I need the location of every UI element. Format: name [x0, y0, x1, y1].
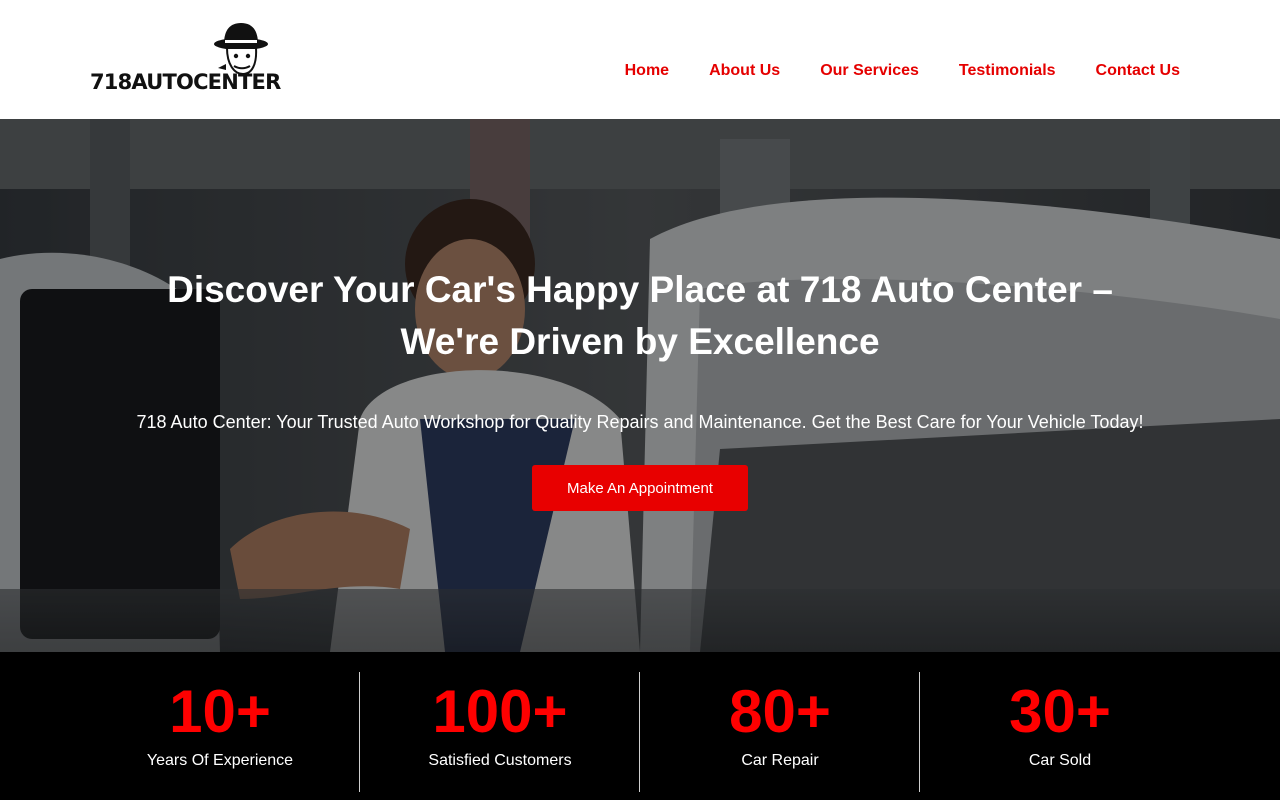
nav-contact-us[interactable]: Contact Us: [1096, 62, 1180, 80]
nav-testimonials[interactable]: Testimonials: [959, 62, 1056, 80]
stat-car-repair: 80+ Car Repair: [640, 652, 920, 800]
hero-title-line-2: We're Driven by Excellence: [400, 321, 880, 362]
nav-our-services[interactable]: Our Services: [820, 62, 919, 80]
logo-text: 718AUTOCENTER: [90, 70, 281, 94]
stat-car-sold: 30+ Car Sold: [920, 652, 1200, 800]
site-logo[interactable]: 718AUTOCENTER: [90, 20, 281, 96]
site-header: 718AUTOCENTER Home About Us Our Services…: [0, 0, 1280, 119]
stat-years-experience: 10+ Years Of Experience: [80, 652, 360, 800]
hero-subtitle: 718 Auto Center: Your Trusted Auto Works…: [136, 412, 1144, 432]
stat-label: Satisfied Customers: [428, 752, 572, 769]
make-appointment-button[interactable]: Make An Appointment: [532, 465, 748, 511]
stat-label: Car Sold: [1028, 752, 1092, 769]
stat-label: Car Repair: [741, 752, 819, 769]
stats-section: 10+ Years Of Experience 100+ Satisfied C…: [0, 652, 1280, 800]
hero-title-line-1: Discover Your Car's Happy Place at 718 A…: [167, 269, 1113, 310]
stat-label: Years Of Experience: [146, 752, 294, 769]
hero-overlay: [0, 119, 1280, 652]
stat-value: 30+: [1009, 678, 1111, 745]
stat-value: 10+: [169, 678, 271, 745]
stat-satisfied-customers: 100+ Satisfied Customers: [360, 652, 640, 800]
stat-value: 80+: [729, 678, 831, 745]
nav-about-us[interactable]: About Us: [709, 62, 780, 80]
nav-home[interactable]: Home: [625, 62, 669, 80]
stat-value: 100+: [432, 678, 568, 745]
hero-section: Discover Your Car's Happy Place at 718 A…: [0, 119, 1280, 652]
hero-title: Discover Your Car's Happy Place at 718 A…: [80, 264, 1200, 368]
main-nav: Home About Us Our Services Testimonials …: [625, 62, 1180, 80]
